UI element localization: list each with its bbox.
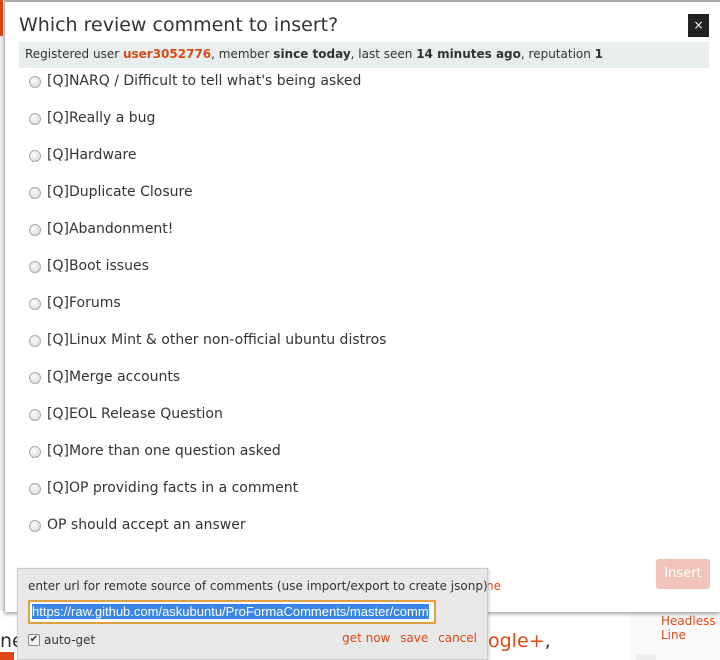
reputation-value: 1: [594, 47, 604, 61]
radio-button[interactable]: [29, 187, 41, 199]
userinfo-member-text: , member: [211, 47, 274, 61]
background-link-fragment: [0, 652, 14, 660]
radio-button[interactable]: [29, 520, 41, 532]
google-link-text: ogle+: [488, 630, 545, 652]
partially-hidden-link[interactable]: ne: [486, 579, 501, 593]
option-label: [Q]OP providing facts in a comment: [47, 480, 299, 496]
auto-get-checkbox[interactable]: ✔: [28, 634, 40, 646]
insert-button[interactable]: Insert: [656, 559, 710, 589]
review-comment-dialog: Which review comment to insert? × Regist…: [4, 0, 720, 612]
userinfo-prefix: Registered user: [25, 47, 123, 61]
last-seen: 14 minutes ago: [416, 47, 521, 61]
option-label: [Q]Boot issues: [47, 258, 149, 274]
user-profile-link[interactable]: user3052776: [123, 47, 211, 61]
option-label: [Q]EOL Release Question: [47, 406, 223, 422]
comment-option[interactable]: [Q]Hardware: [27, 147, 386, 184]
comment-option[interactable]: [Q]EOL Release Question: [27, 406, 386, 443]
option-label: [Q]Duplicate Closure: [47, 184, 193, 200]
option-label: [Q]Abandonment!: [47, 221, 174, 237]
comment-option[interactable]: [Q]Abandonment!: [27, 221, 386, 258]
radio-button[interactable]: [29, 113, 41, 125]
get-now-link[interactable]: get now: [342, 631, 390, 645]
dialog-title: Which review comment to insert?: [19, 14, 339, 36]
comma-text: ,: [544, 630, 551, 652]
comment-option[interactable]: [Q]Linux Mint & other non-official ubunt…: [27, 332, 386, 369]
radio-button[interactable]: [29, 335, 41, 347]
radio-button[interactable]: [29, 372, 41, 384]
sidebar-vote-box: [636, 654, 656, 660]
auto-get-option[interactable]: ✔ auto-get: [28, 633, 95, 647]
userinfo-reputation-text: , reputation: [520, 47, 595, 61]
comment-option[interactable]: [Q]NARQ / Difficult to tell what's being…: [27, 73, 386, 110]
sidebar-link-line1: Headless Se: [661, 614, 720, 628]
remote-source-popup: enter url for remote source of comments …: [17, 568, 488, 660]
comment-option[interactable]: [Q]OP providing facts in a comment: [27, 480, 386, 517]
option-label: [Q]More than one question asked: [47, 443, 281, 459]
save-link[interactable]: save: [400, 631, 428, 645]
cancel-link[interactable]: cancel: [438, 631, 477, 645]
comment-option[interactable]: [Q]Merge accounts: [27, 369, 386, 406]
option-label: [Q]Hardware: [47, 147, 137, 163]
auto-get-label: auto-get: [44, 633, 96, 647]
close-icon: ×: [693, 18, 704, 32]
comment-option[interactable]: [Q]Boot issues: [27, 258, 386, 295]
comment-option[interactable]: [Q]Duplicate Closure: [27, 184, 386, 221]
close-button[interactable]: ×: [688, 14, 709, 37]
sidebar-related-link[interactable]: Headless SeLine: [661, 614, 720, 642]
remote-url-value: https://raw.github.com/askubuntu/ProForm…: [32, 604, 429, 619]
option-label: [Q]Forums: [47, 295, 121, 311]
radio-button[interactable]: [29, 483, 41, 495]
sidebar-link-line2: Line: [661, 628, 687, 642]
background-header-accent: [0, 0, 3, 36]
radio-button[interactable]: [29, 409, 41, 421]
option-label: OP should accept an answer: [47, 517, 246, 533]
remote-actions: get now save cancel: [336, 631, 477, 645]
remote-url-label: enter url for remote source of comments …: [28, 579, 488, 593]
comment-option[interactable]: [Q]More than one question asked: [27, 443, 386, 480]
member-since: since today: [273, 47, 351, 61]
radio-button[interactable]: [29, 261, 41, 273]
option-label: [Q]Merge accounts: [47, 369, 181, 385]
user-info-bar: Registered user user3052776, member sinc…: [19, 42, 709, 68]
background-google-link[interactable]: ogle+,: [488, 630, 551, 652]
radio-button[interactable]: [29, 298, 41, 310]
option-label: [Q]Linux Mint & other non-official ubunt…: [47, 332, 387, 348]
comment-option[interactable]: [Q]Forums: [27, 295, 386, 332]
userinfo-last-seen-text: , last seen: [350, 47, 417, 61]
radio-button[interactable]: [29, 150, 41, 162]
remote-url-input[interactable]: https://raw.github.com/askubuntu/ProForm…: [28, 600, 436, 624]
option-label: [Q]NARQ / Difficult to tell what's being…: [47, 73, 362, 89]
comment-options-list: [Q]NARQ / Difficult to tell what's being…: [27, 73, 386, 554]
option-label: [Q]Really a bug: [47, 110, 156, 126]
comment-option[interactable]: OP should accept an answer: [27, 517, 386, 554]
checkmark-icon: ✔: [29, 634, 39, 645]
radio-button[interactable]: [29, 224, 41, 236]
radio-button[interactable]: [29, 446, 41, 458]
radio-button[interactable]: [29, 76, 41, 88]
comment-option[interactable]: [Q]Really a bug: [27, 110, 386, 147]
